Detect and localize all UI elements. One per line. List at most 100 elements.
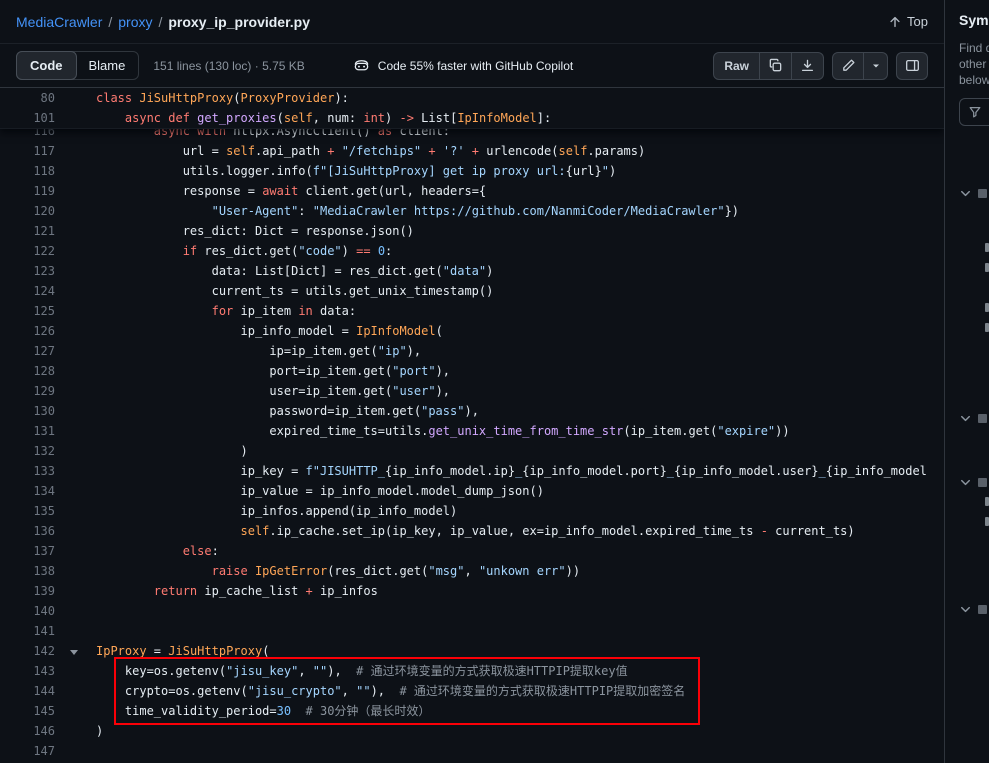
partial-line: 116 async with httpx.AsyncClient() as cl…	[0, 129, 944, 141]
symbol-label-stub	[978, 189, 987, 198]
code-line: 133 ip_key = f"JISUHTTP_{ip_info_model.i…	[0, 461, 944, 481]
line-number[interactable]: 138	[0, 561, 55, 581]
line-number[interactable]: 128	[0, 361, 55, 381]
code-line: 144 crypto=os.getenv("jisu_crypto", ""),…	[0, 681, 944, 701]
back-to-top-link[interactable]: Top	[888, 14, 928, 29]
code-gutter	[55, 521, 96, 541]
line-number[interactable]: 132	[0, 441, 55, 461]
code-gutter	[55, 721, 96, 741]
code-text: data: List[Dict] = res_dict.get("data")	[96, 261, 493, 281]
line-number[interactable]: 140	[0, 601, 55, 621]
symbol-group-toggle[interactable]	[958, 409, 989, 427]
download-icon	[800, 58, 815, 73]
symbol-item-stub[interactable]	[985, 303, 989, 312]
symbol-group-toggle[interactable]	[958, 184, 989, 202]
line-number[interactable]: 119	[0, 181, 55, 201]
raw-button[interactable]: Raw	[713, 52, 760, 80]
copilot-banner-text: Code 55% faster with GitHub Copilot	[378, 59, 573, 73]
line-number[interactable]: 121	[0, 221, 55, 241]
line-number[interactable]: 145	[0, 701, 55, 721]
code-line: 138 raise IpGetError(res_dict.get("msg",…	[0, 561, 944, 581]
line-number[interactable]: 131	[0, 421, 55, 441]
line-number[interactable]: 135	[0, 501, 55, 521]
symbol-group-toggle[interactable]	[958, 600, 989, 618]
code-gutter	[55, 129, 96, 141]
code-gutter	[55, 581, 96, 601]
code-area: 80class JiSuHttpProxy(ProxyProvider):101…	[0, 88, 944, 763]
line-number[interactable]: 80	[0, 88, 55, 108]
symbol-item-stub[interactable]	[985, 263, 989, 272]
line-number[interactable]: 141	[0, 621, 55, 641]
line-number[interactable]: 134	[0, 481, 55, 501]
line-number[interactable]: 146	[0, 721, 55, 741]
back-to-top-label: Top	[907, 14, 928, 29]
breadcrumb-repo-link[interactable]: MediaCrawler	[16, 14, 102, 30]
line-number[interactable]: 125	[0, 301, 55, 321]
caret-down-icon	[870, 60, 882, 72]
line-number[interactable]: 120	[0, 201, 55, 221]
symbols-description-line: other symbols in this file by clicking a…	[959, 56, 989, 72]
line-number[interactable]: 136	[0, 521, 55, 541]
file-stats: 151 lines (130 loc) · 5.75 KB	[153, 59, 304, 73]
code-gutter	[55, 701, 96, 721]
symbol-item-stub[interactable]	[985, 517, 989, 526]
code-gutter	[55, 401, 96, 421]
code-text: IpProxy = JiSuHttpProxy(	[96, 641, 269, 661]
symbol-group-toggle[interactable]	[958, 473, 989, 491]
copilot-banner[interactable]: Code 55% faster with GitHub Copilot	[353, 57, 573, 74]
code-line: 119 response = await client.get(url, hea…	[0, 181, 944, 201]
code-gutter	[55, 201, 96, 221]
symbols-toggle-button[interactable]	[896, 52, 928, 80]
line-number[interactable]: 144	[0, 681, 55, 701]
tab-code[interactable]: Code	[16, 51, 77, 80]
line-number[interactable]: 147	[0, 741, 55, 761]
line-number[interactable]: 122	[0, 241, 55, 261]
line-number[interactable]: 124	[0, 281, 55, 301]
line-number[interactable]: 116	[0, 129, 55, 141]
symbol-item-stub[interactable]	[985, 323, 989, 332]
code-line: 145 time_validity_period=30 # 30分钟（最长时效）	[0, 701, 944, 721]
copy-button[interactable]	[760, 52, 792, 80]
line-number[interactable]: 129	[0, 381, 55, 401]
symbol-item-stub[interactable]	[985, 243, 989, 252]
edit-button[interactable]	[832, 52, 864, 80]
code-line: 146)	[0, 721, 944, 741]
code-text: time_validity_period=30 # 30分钟（最长时效）	[96, 701, 430, 721]
symbols-filter-input[interactable]	[959, 98, 989, 126]
copy-icon	[768, 58, 783, 73]
code-line: 123 data: List[Dict] = res_dict.get("dat…	[0, 261, 944, 281]
line-number[interactable]: 118	[0, 161, 55, 181]
code-text: ip_value = ip_info_model.model_dump_json…	[96, 481, 544, 501]
line-number[interactable]: 143	[0, 661, 55, 681]
download-button[interactable]	[792, 52, 824, 80]
line-number[interactable]: 127	[0, 341, 55, 361]
code-text: response = await client.get(url, headers…	[96, 181, 486, 201]
tab-blame[interactable]: Blame	[76, 52, 139, 79]
code-gutter	[55, 221, 96, 241]
code-line: 80class JiSuHttpProxy(ProxyProvider):	[0, 88, 944, 108]
line-number[interactable]: 139	[0, 581, 55, 601]
code-line: 129 user=ip_item.get("user"),	[0, 381, 944, 401]
line-number[interactable]: 133	[0, 461, 55, 481]
code-line: 139 return ip_cache_list + ip_infos	[0, 581, 944, 601]
code-text: async def get_proxies(self, num: int) ->…	[96, 108, 551, 128]
code-gutter	[55, 108, 96, 128]
line-number[interactable]: 101	[0, 108, 55, 128]
edit-dropdown-button[interactable]	[864, 52, 888, 80]
code-gutter	[55, 641, 96, 661]
code-text: self.ip_cache.set_ip(ip_key, ip_value, e…	[96, 521, 855, 541]
code-line: 117 url = self.api_path + "/fetchips" + …	[0, 141, 944, 161]
line-number[interactable]: 142	[0, 641, 55, 661]
code-text: )	[96, 721, 103, 741]
line-number[interactable]: 130	[0, 401, 55, 421]
breadcrumb-folder-link[interactable]: proxy	[118, 14, 152, 30]
line-number[interactable]: 126	[0, 321, 55, 341]
code-text: async with httpx.AsyncClient() as client…	[96, 129, 450, 141]
line-number[interactable]: 117	[0, 141, 55, 161]
line-number[interactable]: 137	[0, 541, 55, 561]
code-text: else:	[96, 541, 219, 561]
symbol-item-stub[interactable]	[985, 497, 989, 506]
collapse-chevron-icon[interactable]	[70, 650, 78, 655]
chevron-down-icon	[958, 602, 973, 617]
line-number[interactable]: 123	[0, 261, 55, 281]
